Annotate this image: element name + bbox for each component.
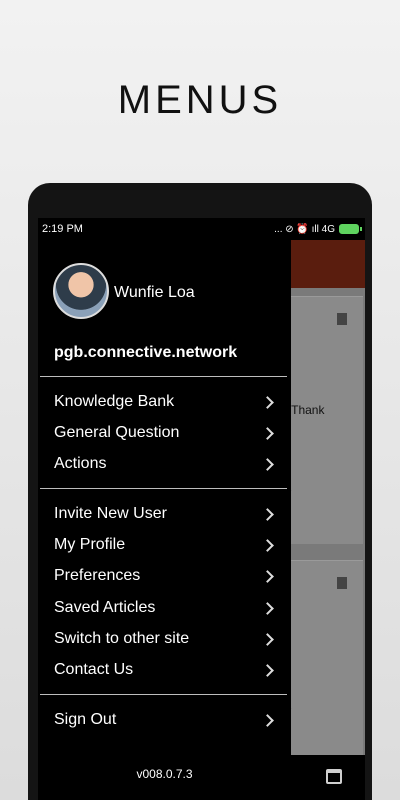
menu-item-knowledge-bank[interactable]: Knowledge Bank xyxy=(54,388,276,416)
divider xyxy=(40,694,287,695)
menu-item-label: Contact Us xyxy=(54,661,134,678)
menu-item-label: Knowledge Bank xyxy=(54,393,175,410)
promo-title: MENUS xyxy=(117,78,283,122)
document-icon xyxy=(337,313,347,325)
chevron-right-icon xyxy=(261,601,274,615)
app-version: v008.0.7.3 xyxy=(136,767,193,781)
sign-out-button[interactable]: Sign Out xyxy=(54,706,276,734)
menu-item-actions[interactable]: Actions xyxy=(54,450,276,478)
chevron-right-icon xyxy=(261,538,274,552)
menu-item-label: Invite New User xyxy=(54,505,167,522)
menu-item-general-question[interactable]: General Question xyxy=(54,419,276,447)
menu-item-label: Switch to other site xyxy=(54,630,190,647)
user-name: Wunfie Loa xyxy=(114,284,195,301)
menu-item-label: Preferences xyxy=(54,567,141,584)
chevron-right-icon xyxy=(261,507,274,521)
chevron-right-icon xyxy=(261,632,274,646)
menu-item-contact-us[interactable]: Contact Us xyxy=(54,656,276,684)
status-time: 2:19 PM xyxy=(42,223,83,235)
menu-item-label: Actions xyxy=(54,455,107,472)
menu-item-switch-site[interactable]: Switch to other site xyxy=(54,625,276,653)
menu-item-my-profile[interactable]: My Profile xyxy=(54,531,276,559)
avatar[interactable] xyxy=(53,263,109,319)
battery-icon xyxy=(339,224,362,234)
menu-item-saved-articles[interactable]: Saved Articles xyxy=(54,594,276,622)
menu-item-invite-new-user[interactable]: Invite New User xyxy=(54,500,276,528)
app-screen: 2:19 PM ... ⊘ ⏰ ıll 4G e! Thank 1 1 Wunf… xyxy=(38,218,365,800)
site-name: pgb.connective.network xyxy=(54,344,238,361)
calendar-icon[interactable] xyxy=(326,769,342,784)
chevron-right-icon xyxy=(261,395,274,409)
navigation-drawer: Wunfie Loa pgb.connective.network Knowle… xyxy=(38,240,291,800)
document-icon xyxy=(337,577,347,589)
menu-item-label: Sign Out xyxy=(54,711,117,728)
divider xyxy=(40,376,287,377)
menu-item-label: My Profile xyxy=(54,536,126,553)
status-indicators: ... ⊘ ⏰ ıll 4G xyxy=(274,223,335,235)
status-icons: ... ⊘ ⏰ ıll 4G xyxy=(274,223,362,235)
chevron-right-icon xyxy=(261,569,274,583)
chevron-right-icon xyxy=(261,426,274,440)
menu-item-label: Saved Articles xyxy=(54,599,156,616)
chevron-right-icon xyxy=(261,713,274,727)
menu-item-label: General Question xyxy=(54,424,180,441)
chevron-right-icon xyxy=(261,663,274,677)
menu-item-preferences[interactable]: Preferences xyxy=(54,562,276,590)
chevron-right-icon xyxy=(261,457,274,471)
divider xyxy=(40,488,287,489)
status-bar: 2:19 PM ... ⊘ ⏰ ıll 4G xyxy=(38,218,365,240)
